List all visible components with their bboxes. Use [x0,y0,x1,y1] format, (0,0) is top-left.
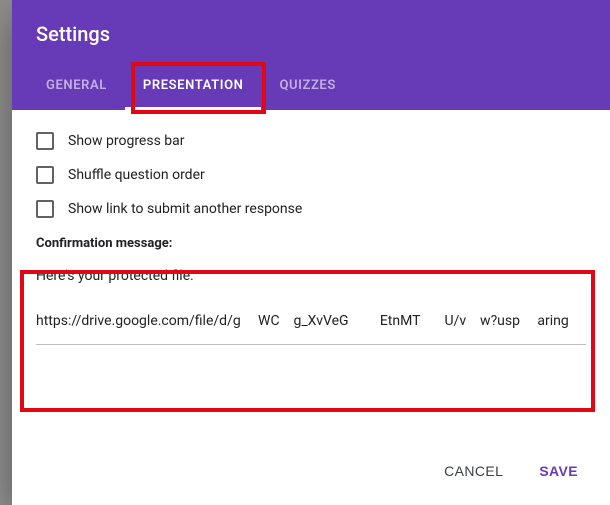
dialog-body: Show progress bar Shuffle question order… [12,110,610,453]
tab-quizzes[interactable]: Quizzes [261,64,353,110]
option-label: Show link to submit another response [68,201,302,217]
option-shuffle[interactable]: Shuffle question order [36,166,586,184]
option-label: Show progress bar [68,133,185,149]
dialog-actions: Cancel Save [12,453,610,505]
option-label: Shuffle question order [68,167,205,183]
checkbox-icon [36,132,54,150]
option-submit-another[interactable]: Show link to submit another response [36,200,586,218]
tab-general[interactable]: General [28,64,125,110]
save-button[interactable]: Save [525,453,592,489]
checkbox-icon [36,166,54,184]
cancel-button[interactable]: Cancel [430,453,517,489]
settings-dialog: Settings General Presentation Quizzes Sh… [12,0,610,505]
confirmation-message-input[interactable] [36,263,586,345]
dialog-title: Settings [12,0,610,64]
dialog-header: Settings General Presentation Quizzes [12,0,610,110]
confirmation-section: Confirmation message: [36,236,586,349]
checkbox-icon [36,200,54,218]
tab-bar: General Presentation Quizzes [12,64,610,110]
confirmation-label: Confirmation message: [36,236,586,251]
tab-presentation[interactable]: Presentation [125,64,262,110]
option-progress-bar[interactable]: Show progress bar [36,132,586,150]
